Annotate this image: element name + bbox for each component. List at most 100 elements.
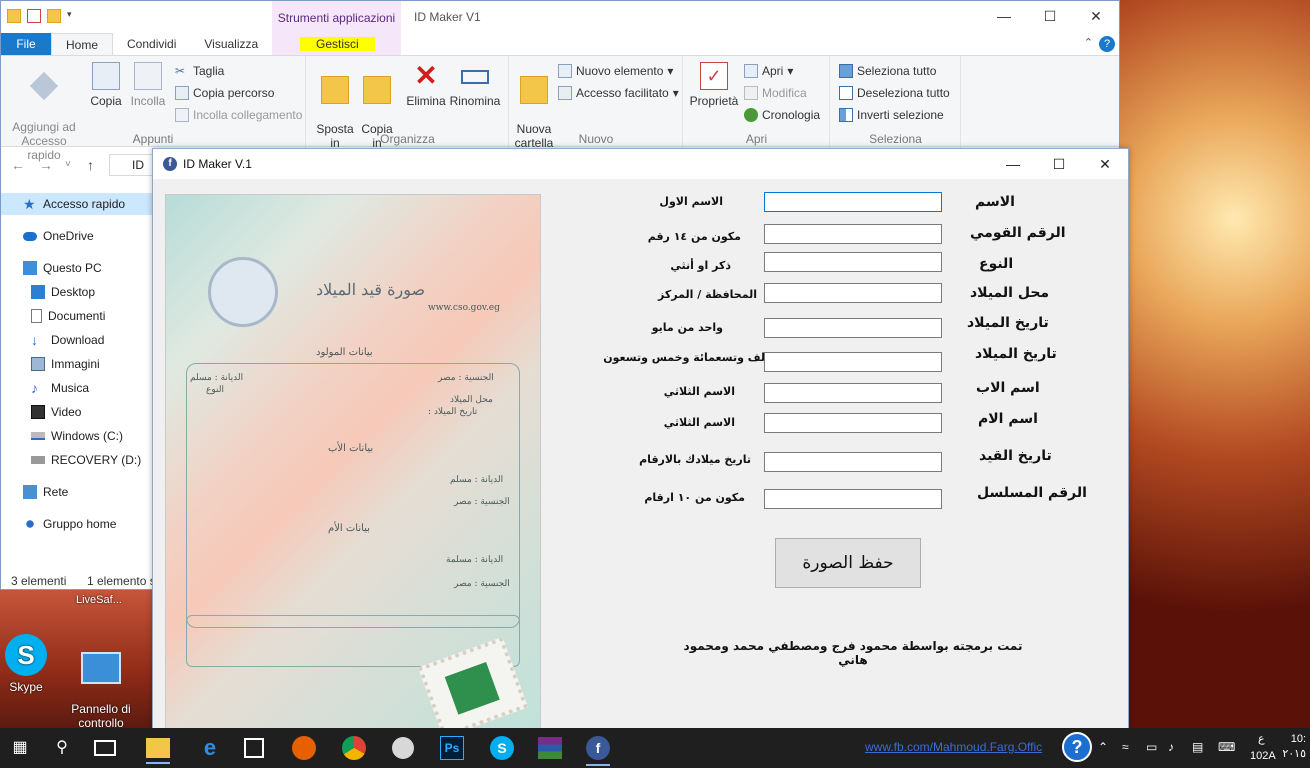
ime-indicator[interactable]: ع [1258, 732, 1265, 745]
back-arrow-icon[interactable]: ← [11, 157, 25, 173]
music-icon: ♪ [31, 380, 38, 396]
keyboard-layout[interactable]: 102A [1250, 750, 1276, 762]
collapse-ribbon-icon[interactable]: ⌃ [1084, 36, 1093, 49]
history-button[interactable]: Cronologia [744, 108, 820, 122]
maximize-icon[interactable]: ☐ [1036, 149, 1082, 179]
nav-item-network[interactable]: Rete [23, 481, 68, 503]
birthdate-year-input[interactable] [764, 352, 942, 372]
minimize-icon[interactable]: — [981, 1, 1027, 31]
new-item-button[interactable]: Nuovo elemento ▾ [558, 64, 673, 78]
recent-locations-chevron-icon[interactable]: ˅ [65, 159, 71, 170]
chrome-icon[interactable] [342, 736, 366, 760]
tab-home[interactable]: Home [51, 33, 114, 55]
nav-item-drive-c[interactable]: Windows (C:) [31, 425, 123, 447]
clock[interactable]: 10: ٢٠١٥ [1282, 732, 1306, 762]
maximize-icon[interactable]: ☐ [1027, 1, 1073, 31]
address-bar[interactable]: ID [109, 154, 157, 176]
nav-item-quick-access[interactable]: ★ Accesso rapido [1, 193, 154, 215]
chevron-up-icon[interactable]: ⌃ [1098, 740, 1108, 754]
chevron-down-icon[interactable]: ▾ [67, 9, 77, 23]
file-explorer-taskbar-icon[interactable] [146, 738, 170, 764]
wifi-icon[interactable]: ≈ [1122, 740, 1129, 754]
invert-selection-button[interactable]: Inverti selezione [839, 108, 944, 122]
firefox-icon[interactable] [292, 736, 316, 760]
pin-quick-access-button[interactable]: Aggiungi ad Accesso rapido [5, 62, 83, 162]
nav-item-homegroup[interactable]: Gruppo home [23, 513, 116, 535]
tools-app-icon[interactable] [392, 737, 414, 759]
store-icon[interactable] [244, 738, 264, 758]
open-button[interactable]: Apri ▾ [744, 64, 793, 78]
tab-view[interactable]: Visualizza [190, 33, 272, 55]
forward-arrow-icon[interactable]: → [39, 157, 53, 173]
paste-link-button[interactable]: Incolla collegamento [175, 108, 302, 122]
desktop-icon-control-panel[interactable]: Pannello di controllo [64, 638, 138, 730]
keyboard-icon[interactable]: ⌨ [1218, 740, 1235, 754]
folder-icon[interactable] [7, 9, 21, 23]
winrar-icon[interactable] [538, 737, 562, 759]
minimize-icon[interactable]: — [990, 149, 1036, 179]
paste-button[interactable]: Incolla [129, 62, 167, 108]
tab-file[interactable]: File [1, 33, 51, 55]
tab-manage[interactable]: Gestisci [300, 37, 375, 51]
birthplace-input[interactable] [764, 283, 942, 303]
first-name-input[interactable] [764, 192, 942, 212]
registration-date-input[interactable] [764, 452, 942, 472]
close-icon[interactable]: ✕ [1073, 1, 1119, 31]
nav-item-videos[interactable]: Video [31, 401, 81, 423]
edit-button[interactable]: Modifica [744, 86, 807, 100]
properties-button[interactable]: ✓ Proprietà [688, 62, 740, 108]
nav-item-onedrive[interactable]: OneDrive [23, 225, 94, 247]
tab-share[interactable]: Condividi [113, 33, 190, 55]
help-icon[interactable]: ? [1099, 36, 1115, 52]
new-folder-icon[interactable] [47, 9, 61, 23]
taskbar: ▦ ⚲ e Ps S f www.fb.com/Mahmoud.Farg.Off… [0, 728, 1310, 768]
label-mother-name: اسم الام [978, 411, 1038, 427]
volume-icon[interactable]: ♪ [1168, 740, 1174, 754]
serial-number-input[interactable] [764, 489, 942, 509]
nav-item-pictures[interactable]: Immagini [31, 353, 100, 375]
national-id-input[interactable] [764, 224, 942, 244]
photoshop-icon[interactable]: Ps [440, 736, 464, 760]
select-all-button[interactable]: Seleziona tutto [839, 64, 936, 78]
save-image-button[interactable]: حفظ الصورة [775, 538, 921, 588]
battery-icon[interactable]: ▭ [1146, 740, 1157, 754]
select-none-button[interactable]: Deseleziona tutto [839, 86, 950, 100]
facebook-link[interactable]: www.fb.com/Mahmoud.Farg.Offic [865, 740, 1042, 754]
nav-item-this-pc[interactable]: Questo PC [23, 257, 102, 279]
copy-button[interactable]: Copia [89, 62, 123, 108]
birthdate-day-month-input[interactable] [764, 318, 942, 338]
easy-access-button[interactable]: Accesso facilitato ▾ [558, 86, 679, 100]
copy-path-button[interactable]: Copia percorso [175, 86, 274, 100]
nav-item-music[interactable]: ♪ Musica [31, 377, 89, 399]
open-label: Apri [762, 64, 784, 78]
id-maker-taskbar-icon[interactable]: f [586, 736, 610, 766]
skype-taskbar-icon[interactable]: S [490, 736, 514, 760]
delete-button[interactable]: ✕ Elimina [405, 62, 447, 109]
help-circle-icon[interactable]: ? [1062, 732, 1092, 762]
rename-button[interactable]: Rinomina [449, 62, 501, 108]
group-name-open: Apri [745, 132, 768, 146]
nav-item-drive-d[interactable]: RECOVERY (D:) [31, 449, 141, 471]
search-icon[interactable]: ⚲ [48, 734, 76, 762]
card-gender: النوع [206, 385, 224, 395]
notification-icon[interactable]: ▤ [1192, 740, 1203, 754]
desktop-icon-skype[interactable]: S Skype [4, 634, 48, 694]
mother-name-input[interactable] [764, 413, 942, 433]
gender-input[interactable] [764, 252, 942, 272]
nav-item-downloads[interactable]: ↓ Download [31, 329, 104, 351]
download-icon: ↓ [31, 332, 38, 348]
skype-icon: S [5, 634, 47, 676]
group-select: Seleziona tutto Deseleziona tutto Invert… [831, 56, 961, 148]
explorer-titlebar: ▾ Strumenti applicazioni ID Maker V1 — ☐… [1, 1, 1119, 55]
edge-icon[interactable]: e [196, 734, 224, 762]
new-folder-icon [520, 76, 548, 104]
close-icon[interactable]: ✕ [1082, 149, 1128, 179]
nav-item-documents[interactable]: Documenti [31, 305, 105, 327]
up-arrow-icon[interactable]: ↑ [87, 157, 94, 173]
cut-button[interactable]: ✂ Taglia [175, 64, 224, 78]
windows-start-icon[interactable]: ▦ [6, 734, 34, 762]
properties-check-icon[interactable] [27, 9, 41, 23]
father-name-input[interactable] [764, 383, 942, 403]
task-view-icon[interactable] [94, 740, 116, 756]
nav-item-desktop[interactable]: Desktop [31, 281, 95, 303]
